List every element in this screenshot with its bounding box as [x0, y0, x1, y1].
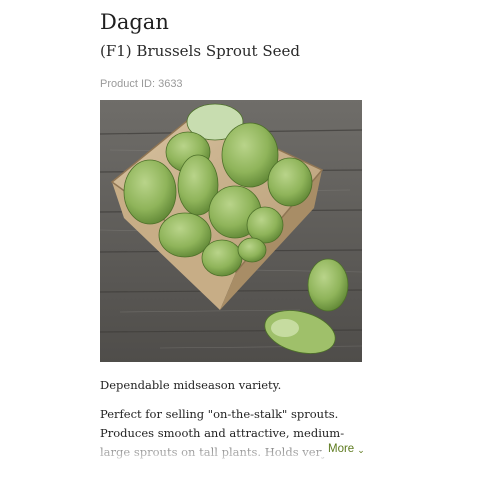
- chevron-down-icon: ⌄: [357, 444, 365, 455]
- description-summary: Dependable midseason variety.: [100, 378, 282, 392]
- product-title: Dagan: [100, 10, 169, 34]
- product-subtitle: (F1) Brussels Sprout Seed: [100, 42, 300, 60]
- more-label: More: [328, 443, 355, 455]
- product-page: Dagan (F1) Brussels Sprout Seed Product …: [0, 0, 480, 480]
- brussels-sprouts-photo: [100, 100, 362, 362]
- more-button[interactable]: More ⌄: [322, 441, 369, 457]
- product-photo[interactable]: [100, 100, 362, 362]
- product-id: Product ID: 3633: [100, 78, 183, 90]
